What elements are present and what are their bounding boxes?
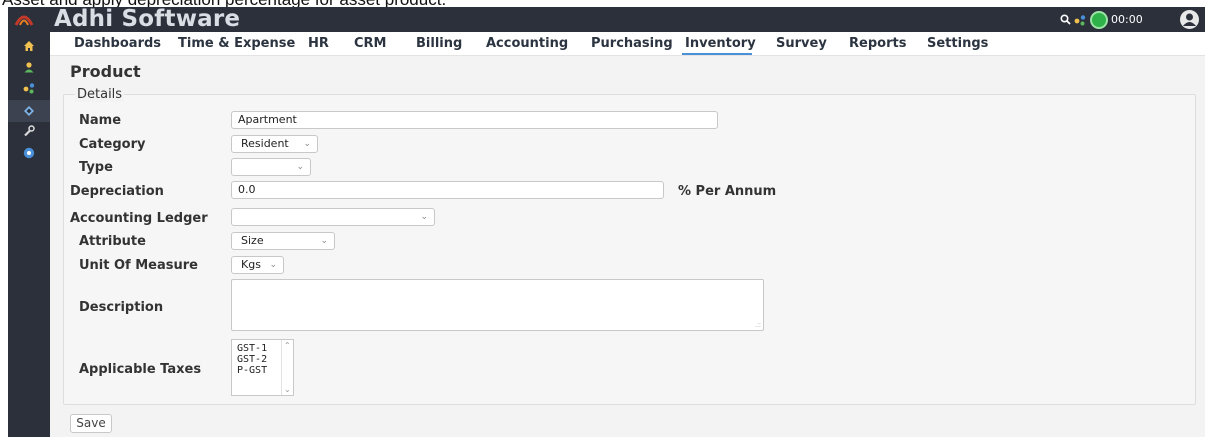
name-label: Name (79, 113, 122, 128)
home-icon[interactable] (21, 38, 37, 54)
details-legend: Details (75, 87, 125, 102)
depreciation-field[interactable]: 0.0 (231, 181, 664, 199)
page-title: Product (70, 62, 141, 81)
chevron-down-icon: ⌄ (269, 260, 277, 270)
menu-settings[interactable]: Settings (927, 36, 988, 51)
description-label: Description (79, 300, 164, 315)
type-label: Type (79, 160, 113, 175)
tax-option[interactable]: GST-2 (237, 354, 267, 365)
menu-inventory[interactable]: Inventory (685, 36, 756, 51)
menu-billing[interactable]: Billing (416, 36, 462, 51)
time-tracker[interactable]: 00:00 (1090, 10, 1143, 29)
attribute-select[interactable]: Size ⌄ (231, 232, 335, 250)
category-select[interactable]: Resident ⌄ (231, 135, 318, 153)
main-menu: Dashboards Time & Expense HR CRM Billing… (50, 32, 1205, 56)
uom-label: Unit Of Measure (79, 258, 198, 273)
menu-survey[interactable]: Survey (776, 36, 827, 51)
taxes-label: Applicable Taxes (79, 362, 202, 377)
save-button[interactable]: Save (70, 414, 112, 433)
tax-option[interactable]: P-GST (237, 365, 267, 376)
ledger-label: Accounting Ledger (70, 211, 208, 226)
category-label: Category (79, 137, 146, 152)
share-icon[interactable] (21, 80, 37, 96)
chevron-down-icon: ⌄ (320, 236, 328, 246)
menu-time-expense[interactable]: Time & Expense (178, 36, 295, 51)
depreciation-unit: % Per Annum (678, 184, 777, 199)
attribute-label: Attribute (79, 234, 146, 249)
attribute-value: Size (241, 234, 264, 247)
main-content: Product Details Name Apartment Category … (50, 56, 1205, 437)
logo-icon (14, 9, 34, 29)
timer-value: 00:00 (1111, 13, 1143, 26)
share-icon[interactable] (1072, 12, 1087, 27)
sidebar (8, 7, 50, 437)
diamond-icon[interactable] (8, 100, 50, 122)
listbox-scrollbar[interactable]: ⌃ ⌄ (281, 340, 293, 395)
depreciation-label: Depreciation (70, 184, 164, 199)
uom-select[interactable]: Kgs ⌄ (231, 256, 284, 274)
type-select[interactable]: ⌄ (231, 158, 311, 176)
wrench-icon[interactable] (21, 123, 37, 139)
app-brand: Adhi Software (54, 6, 241, 32)
ledger-select[interactable]: ⌄ (231, 208, 435, 226)
chevron-down-icon[interactable]: ⌄ (284, 385, 291, 394)
menu-purchasing[interactable]: Purchasing (591, 36, 673, 51)
description-textarea[interactable]: .:: (231, 279, 764, 331)
chevron-down-icon: ⌄ (420, 212, 428, 222)
active-tab-indicator (682, 53, 752, 55)
avatar-icon[interactable] (1180, 10, 1199, 29)
menu-accounting[interactable]: Accounting (486, 36, 568, 51)
menu-dashboards[interactable]: Dashboards (74, 36, 161, 51)
name-field[interactable]: Apartment (231, 111, 718, 129)
resize-handle-icon[interactable]: .:: (755, 322, 761, 329)
user-icon[interactable] (21, 59, 37, 75)
uom-value: Kgs (241, 258, 261, 271)
search-icon[interactable] (1058, 12, 1073, 27)
chevron-up-icon[interactable]: ⌃ (284, 341, 291, 350)
help-icon[interactable] (21, 145, 37, 161)
chevron-down-icon: ⌄ (303, 139, 311, 149)
taxes-listbox[interactable]: GST-1 GST-2 P-GST ⌃ ⌄ (231, 339, 294, 396)
menu-reports[interactable]: Reports (849, 36, 906, 51)
tax-option[interactable]: GST-1 (237, 343, 267, 354)
menu-hr[interactable]: HR (308, 36, 329, 51)
category-value: Resident (241, 137, 289, 150)
top-bar: Adhi Software 00:00 (14, 6, 1205, 32)
chevron-down-icon: ⌄ (296, 162, 304, 172)
menu-crm[interactable]: CRM (354, 36, 387, 51)
timer-status-icon (1090, 10, 1108, 29)
